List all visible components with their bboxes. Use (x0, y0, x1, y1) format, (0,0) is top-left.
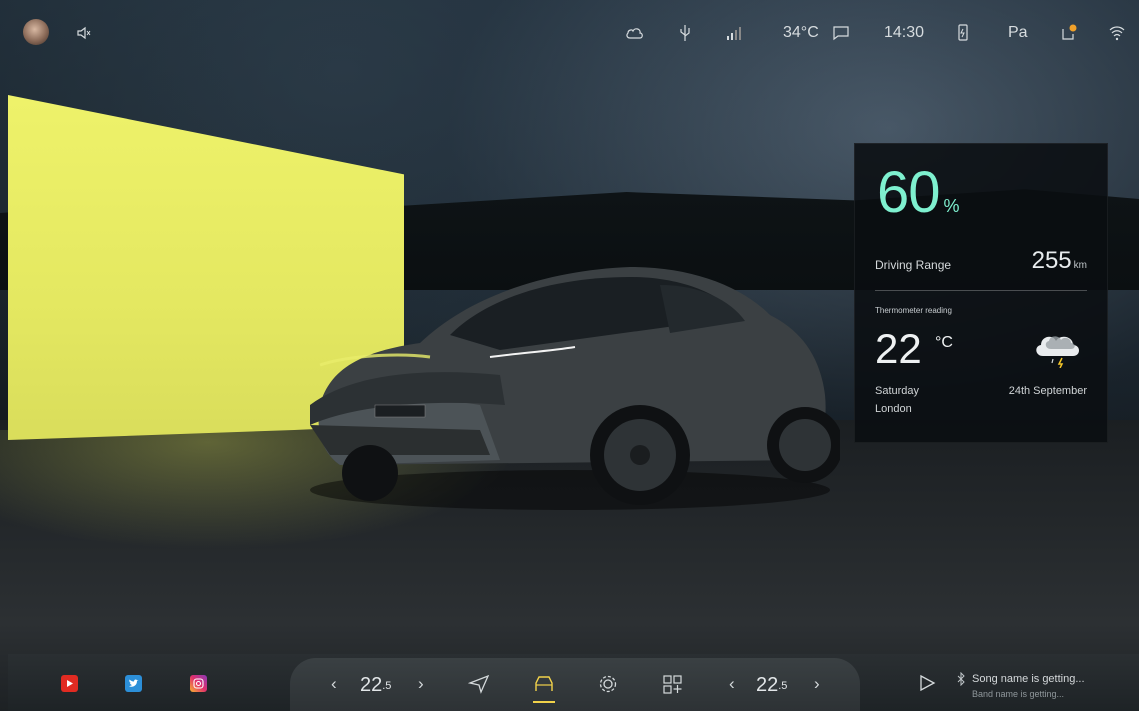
right-temp-decimal: .5 (778, 679, 788, 692)
weather-city: London (875, 403, 912, 415)
range-unit: km (1073, 260, 1087, 271)
active-tab-indicator (533, 701, 555, 703)
band-name: Band name is getting... (972, 689, 1065, 699)
weather-storm-icon (1036, 336, 1079, 368)
signal-icon (726, 22, 744, 44)
weather-day: Saturday (875, 385, 920, 397)
notification-icon[interactable] (1060, 22, 1078, 44)
left-temp-value: 22 (360, 674, 383, 696)
battery-unit: % (943, 196, 960, 216)
range-number: 255 (1031, 247, 1072, 274)
song-title: Song name is getting... (972, 673, 1085, 685)
car-icon[interactable] (533, 674, 555, 694)
right-temp-increase-button[interactable]: › (814, 674, 820, 694)
seat-heat-label[interactable]: Pa (1008, 22, 1028, 44)
battery-level: 60 % (877, 164, 960, 222)
info-card: 60 % Driving Range 255 km Thermometer rea… (854, 143, 1108, 443)
clock-time: 14:30 (884, 24, 925, 41)
temperature-value: 22 (875, 325, 922, 372)
driving-range-label: Driving Range (875, 258, 952, 272)
mute-icon[interactable] (76, 22, 92, 44)
message-icon[interactable] (832, 22, 850, 44)
left-temp-decrease-button[interactable]: ‹ (331, 674, 337, 694)
settings-icon[interactable] (597, 674, 619, 694)
status-bar: 34°C 14:30 Pa (0, 0, 1139, 66)
add-app-icon[interactable] (662, 674, 684, 694)
temperature-caption: Thermometer reading (875, 306, 952, 315)
left-temp-decimal: .5 (382, 679, 392, 692)
car-image (310, 267, 840, 510)
twitter-icon[interactable] (125, 675, 142, 692)
cloud-icon[interactable] (625, 22, 645, 44)
youtube-icon[interactable] (61, 675, 78, 692)
instagram-icon[interactable] (190, 675, 207, 692)
outside-temperature: 34°C (783, 24, 819, 41)
navigation-icon[interactable] (468, 674, 490, 694)
phone-charge-icon[interactable] (957, 22, 971, 44)
right-temp-value: 22 (756, 674, 779, 696)
weather-date: 24th September (1008, 385, 1087, 397)
avatar[interactable] (23, 19, 49, 45)
wifi-icon[interactable] (1108, 22, 1126, 44)
card-divider (875, 290, 1087, 291)
temperature-unit: °C (935, 334, 953, 351)
battery-value: 60 (877, 160, 941, 225)
bluetooth-icon (956, 672, 966, 686)
usb-icon[interactable] (678, 22, 692, 44)
right-temp-display: 22.5 (756, 674, 787, 697)
right-temp-decrease-button[interactable]: ‹ (729, 674, 735, 694)
left-temp-increase-button[interactable]: › (418, 674, 424, 694)
driving-range-value: 255 km (1032, 247, 1087, 275)
play-icon[interactable] (918, 674, 936, 692)
left-temp-display: 22.5 (360, 674, 391, 697)
